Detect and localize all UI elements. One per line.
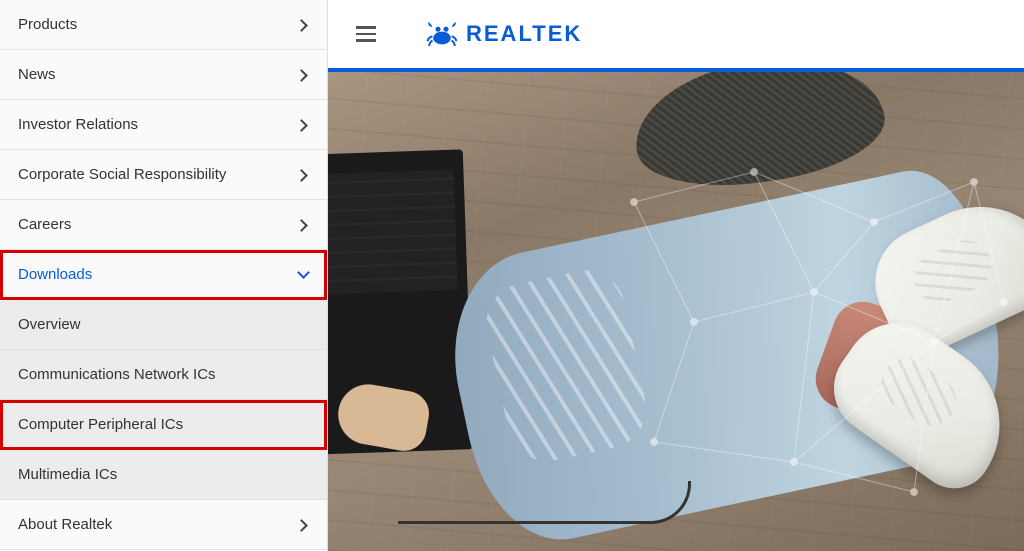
nav-item-about-realtek[interactable]: About Realtek bbox=[0, 500, 327, 550]
chevron-right-icon bbox=[299, 120, 309, 130]
sub-label: Overview bbox=[18, 316, 81, 333]
nav-item-news[interactable]: News bbox=[0, 50, 327, 100]
nav-label: About Realtek bbox=[18, 516, 112, 533]
network-overlay-icon bbox=[594, 142, 1024, 522]
nav-label: Products bbox=[18, 16, 77, 33]
hamburger-menu-icon[interactable] bbox=[356, 26, 376, 42]
sub-item-multimedia-ics[interactable]: Multimedia ICs bbox=[0, 450, 327, 500]
chevron-right-icon bbox=[299, 520, 309, 530]
crab-icon bbox=[426, 20, 458, 48]
sub-label: Multimedia ICs bbox=[18, 466, 117, 483]
nav-item-investor-relations[interactable]: Investor Relations bbox=[0, 100, 327, 150]
nav-item-csr[interactable]: Corporate Social Responsibility bbox=[0, 150, 327, 200]
hero-image bbox=[328, 72, 1024, 551]
page-header: REALTEK bbox=[328, 0, 1024, 68]
sub-label: Communications Network ICs bbox=[18, 366, 216, 383]
sub-item-computer-peripheral-ics[interactable]: Computer Peripheral ICs bbox=[0, 400, 327, 450]
chevron-right-icon bbox=[299, 170, 309, 180]
nav-label: Careers bbox=[18, 216, 71, 233]
nav-item-products[interactable]: Products bbox=[0, 0, 327, 50]
chevron-right-icon bbox=[299, 220, 309, 230]
sub-item-overview[interactable]: Overview bbox=[0, 300, 327, 350]
nav-label: Corporate Social Responsibility bbox=[18, 166, 226, 183]
nav-label: Downloads bbox=[18, 266, 92, 283]
chevron-down-icon bbox=[299, 270, 309, 280]
chevron-right-icon bbox=[299, 20, 309, 30]
nav-item-careers[interactable]: Careers bbox=[0, 200, 327, 250]
main-content: REALTEK bbox=[328, 0, 1024, 551]
brand-name: REALTEK bbox=[466, 21, 582, 47]
nav-label: News bbox=[18, 66, 56, 83]
nav-item-downloads[interactable]: Downloads bbox=[0, 250, 327, 300]
sub-item-communications-network-ics[interactable]: Communications Network ICs bbox=[0, 350, 327, 400]
sidebar-nav: Products News Investor Relations Corpora… bbox=[0, 0, 328, 551]
brand-logo[interactable]: REALTEK bbox=[426, 20, 582, 48]
chevron-right-icon bbox=[299, 70, 309, 80]
sub-label: Computer Peripheral ICs bbox=[18, 416, 183, 433]
nav-label: Investor Relations bbox=[18, 116, 138, 133]
